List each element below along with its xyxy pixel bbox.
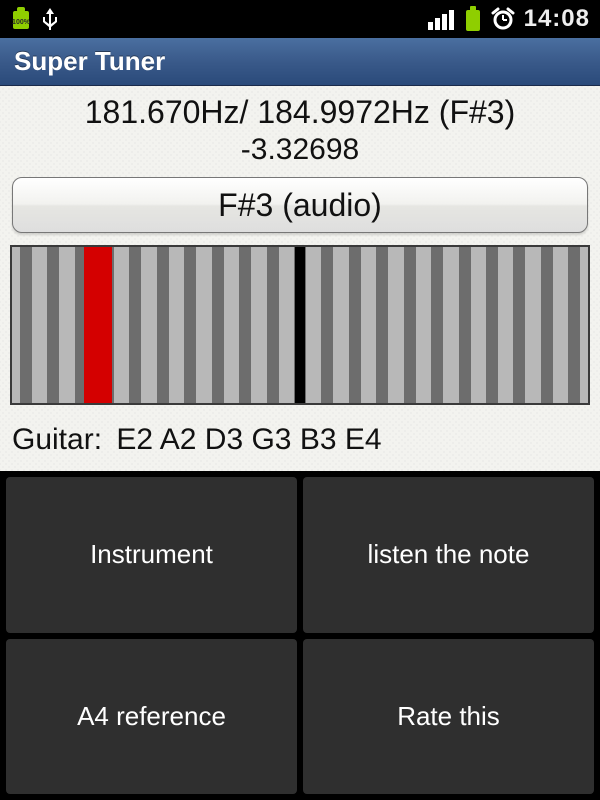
tuner-panel: 181.670Hz/ 184.9972Hz (F#3) -3.32698 F#3…	[0, 86, 600, 471]
strings-list: E2 A2 D3 G3 B3 E4	[116, 423, 381, 456]
target-hz: 184.9972Hz	[257, 94, 430, 130]
app-screen: 100%	[0, 0, 600, 800]
measured-hz: 181.670Hz	[85, 94, 240, 130]
svg-text:100%: 100%	[12, 19, 31, 26]
status-bar: 100%	[0, 0, 600, 38]
battery-small-icon: 100%	[10, 7, 32, 31]
listen-note-button[interactable]: listen the note	[303, 477, 594, 633]
target-note: F#3	[449, 94, 504, 130]
play-note-button[interactable]: F#3 (audio)	[12, 177, 588, 233]
app-title: Super Tuner	[0, 38, 600, 86]
battery-icon	[464, 6, 482, 32]
a4-reference-button[interactable]: A4 reference	[6, 639, 297, 795]
instrument-label: Guitar:	[12, 423, 102, 456]
instrument-strings: Guitar: E2 A2 D3 G3 B3 E4	[0, 415, 600, 471]
cents-offset: -3.32698	[0, 131, 600, 177]
clock-text: 14:08	[524, 5, 590, 33]
meter-center-line	[295, 247, 305, 403]
alarm-icon	[490, 7, 516, 31]
usb-icon	[40, 6, 60, 32]
tuning-meter	[10, 245, 590, 405]
menu-grid: Instrument listen the note A4 reference …	[0, 471, 600, 800]
meter-needle	[84, 247, 112, 403]
signal-icon	[428, 8, 456, 30]
instrument-button[interactable]: Instrument	[6, 477, 297, 633]
rate-this-button[interactable]: Rate this	[303, 639, 594, 795]
frequency-readout: 181.670Hz/ 184.9972Hz (F#3)	[0, 86, 600, 131]
